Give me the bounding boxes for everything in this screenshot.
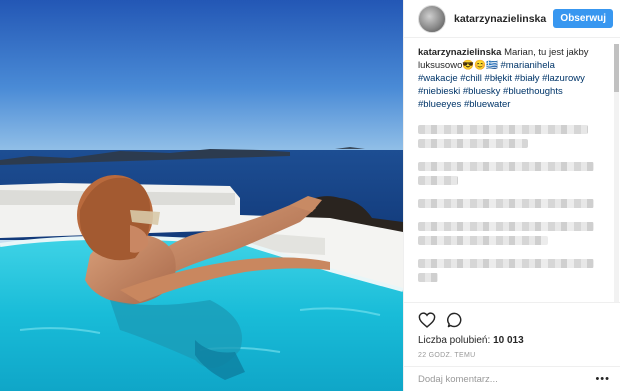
likes-number: 10 013 xyxy=(493,335,524,346)
add-comment-bar: ••• xyxy=(404,366,620,391)
hashtag-link[interactable]: #biały xyxy=(515,73,540,84)
blurred-comment xyxy=(418,273,438,282)
hashtag-link[interactable]: #wakacje xyxy=(418,73,458,84)
comments-scrollbar[interactable] xyxy=(614,44,619,302)
blurred-comment xyxy=(418,139,528,148)
post-panel: katarzynazielinska Obserwuj katarzynazie… xyxy=(403,0,620,391)
blurred-comment xyxy=(418,199,594,208)
comment-icon[interactable] xyxy=(447,312,463,328)
caption-username[interactable]: katarzynazielinska xyxy=(418,47,501,58)
blurred-comments xyxy=(418,125,597,282)
blurred-comment xyxy=(418,259,594,268)
hashtag-link[interactable]: #bluesky xyxy=(463,86,501,97)
likes-count[interactable]: Liczba polubień: 10 013 xyxy=(418,335,606,346)
photo-illustration xyxy=(0,0,403,391)
blurred-comment xyxy=(418,162,594,171)
hashtag-link[interactable]: #marianihela xyxy=(500,60,554,71)
comments-section: katarzynazielinska Marian, tu jest jakby… xyxy=(404,46,607,300)
hashtag-link[interactable]: #błękit xyxy=(485,73,512,84)
heart-icon[interactable] xyxy=(418,312,436,328)
blurred-comment xyxy=(418,176,458,185)
blurred-comment xyxy=(418,222,594,231)
avatar[interactable] xyxy=(418,4,446,33)
scrollbar-thumb[interactable] xyxy=(614,44,619,92)
hashtag-link[interactable]: #chill xyxy=(460,73,482,84)
post-header: katarzynazielinska Obserwuj xyxy=(404,0,620,38)
hashtag-link[interactable]: #niebieski xyxy=(418,86,460,97)
blurred-comment xyxy=(418,125,588,134)
likes-label: Liczba polubień: xyxy=(418,335,491,346)
post-photo xyxy=(0,0,403,391)
hashtag-link[interactable]: #blueeyes xyxy=(418,99,461,110)
blurred-comment xyxy=(418,236,548,245)
caption: katarzynazielinska Marian, tu jest jakby… xyxy=(418,46,597,111)
hashtag-link[interactable]: #bluewater xyxy=(464,99,510,110)
hashtag-link[interactable]: #bluethoughts xyxy=(503,86,563,97)
follow-button[interactable]: Obserwuj xyxy=(553,9,613,28)
post-actions: Liczba polubień: 10 013 22 GODZ. TEMU xyxy=(404,302,620,359)
action-icons xyxy=(418,310,606,330)
post-author-username[interactable]: katarzynazielinska xyxy=(454,13,553,25)
hashtag-link[interactable]: #lazurowy xyxy=(542,73,585,84)
more-options-icon[interactable]: ••• xyxy=(595,373,610,385)
comment-input[interactable] xyxy=(418,373,596,385)
post-timestamp[interactable]: 22 GODZ. TEMU xyxy=(418,352,606,359)
